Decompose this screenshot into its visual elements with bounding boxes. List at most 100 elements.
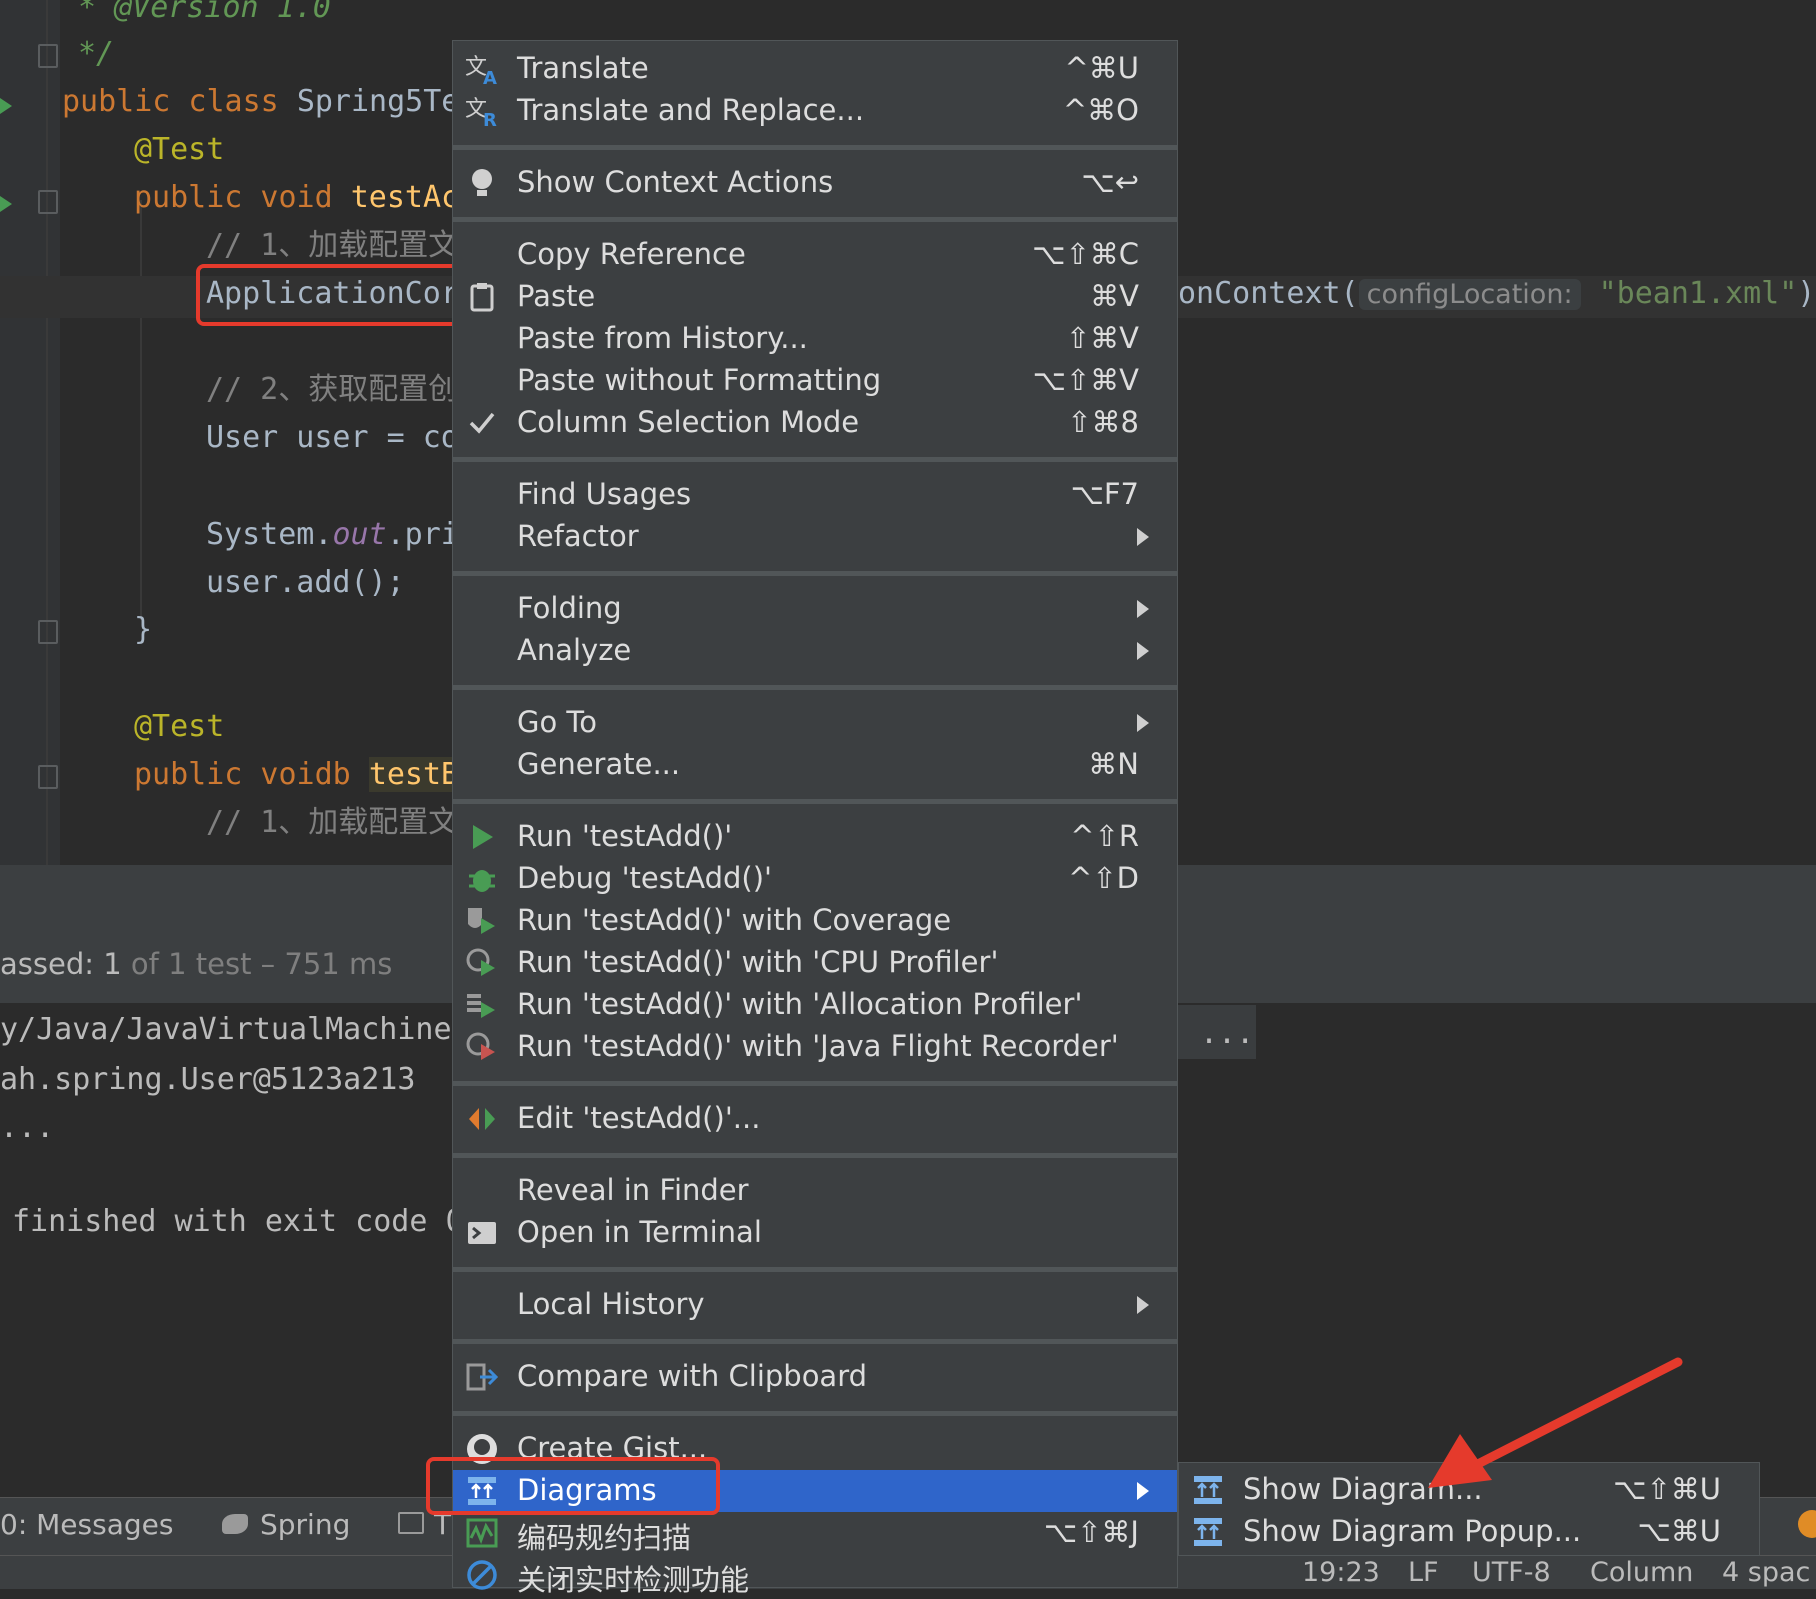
menu-label: Find Usages [517, 477, 692, 511]
menu-item-generate[interactable]: Generate... ⌘N [453, 744, 1177, 786]
menu-label: Reveal in Finder [517, 1173, 749, 1207]
console-path-more[interactable]: ... [1200, 1014, 1254, 1054]
method-keyword: public voidb [134, 757, 351, 792]
menu-label: Run 'testAdd()' with 'Allocation Profile… [517, 987, 1083, 1021]
comment: // 1、加载配置文 [206, 228, 459, 263]
menu-separator [453, 799, 1177, 804]
menu-item-show-diagram-popup[interactable]: Show Diagram Popup... ⌥⌘U [1179, 1511, 1759, 1553]
file-encoding[interactable]: UTF-8 [1472, 1557, 1551, 1588]
run-gutter-icon[interactable] [0, 98, 12, 114]
translate-icon: 文A [465, 55, 497, 86]
menu-shortcut: ⌥⇧⌘V [1032, 363, 1139, 397]
menu-shortcut: ^⇧R [1070, 819, 1139, 853]
indent-setting[interactable]: 4 spac [1722, 1557, 1810, 1588]
method-keyword: public void [134, 180, 333, 215]
fold-marker-icon[interactable] [38, 765, 58, 789]
comment: // 2、获取配置创 [206, 372, 459, 407]
menu-item-refactor[interactable]: Refactor [453, 516, 1177, 558]
comment: // 1、加载配置文 [206, 805, 459, 840]
tab-spring[interactable]: Spring [260, 1508, 350, 1541]
terminal-tab-icon [398, 1512, 424, 1534]
code-line: public voidb testB [134, 755, 460, 795]
console-output: ah.spring.User@5123a213 [0, 1062, 416, 1097]
indent-guide [140, 200, 142, 620]
menu-item-column-mode[interactable]: Column Selection Mode ⇧⌘8 [453, 402, 1177, 444]
menu-label: Translate [517, 51, 649, 85]
menu-item-paste-history[interactable]: Paste from History... ⇧⌘V [453, 318, 1177, 360]
code-line: // 1、加载配置文 [206, 803, 458, 843]
string-literal: "bean1.xml" [1598, 276, 1798, 311]
code-line: User user = co [206, 418, 459, 458]
flight-recorder-icon [466, 1032, 495, 1060]
menu-label: Translate and Replace... [517, 93, 865, 127]
class-keyword: public class [62, 84, 279, 119]
cpu-profiler-icon [466, 948, 495, 976]
menu-item-translate[interactable]: 文A Translate ^⌘U [453, 48, 1177, 90]
menu-item-run-cpu-profiler[interactable]: Run 'testAdd()' with 'CPU Profiler' [453, 942, 1177, 984]
menu-shortcut: ⇧⌘8 [1067, 405, 1139, 439]
fold-marker-icon[interactable] [38, 44, 58, 68]
menu-item-run[interactable]: Run 'testAdd()' ^⇧R [453, 816, 1177, 858]
code-context-call: onContext( [1178, 276, 1359, 311]
menu-item-copy-reference[interactable]: Copy Reference ⌥⇧⌘C [453, 234, 1177, 276]
console-path: y/Java/JavaVirtualMachines [0, 1012, 470, 1047]
menu-label: Refactor [517, 519, 639, 553]
menu-item-debug[interactable]: Debug 'testAdd()' ^⇧D [453, 858, 1177, 900]
menu-item-find-usages[interactable]: Find Usages ⌥F7 [453, 474, 1177, 516]
menu-item-close-realtime[interactable]: 关闭实时检测功能 [453, 1554, 1177, 1597]
menu-shortcut: ⌥⇧⌘J [1043, 1515, 1139, 1549]
annotation-test: @Test [134, 709, 225, 744]
svg-text:A: A [483, 68, 497, 86]
test-passed-count: 1 [103, 947, 122, 981]
menu-item-run-allocation-profiler[interactable]: Run 'testAdd()' with 'Allocation Profile… [453, 984, 1177, 1026]
diagram-icon [1194, 1476, 1222, 1504]
test-passed-detail: of 1 test – 751 ms [130, 947, 393, 981]
line-separator[interactable]: LF [1408, 1557, 1439, 1588]
doc-close: */ [78, 36, 115, 71]
menu-separator [453, 571, 1177, 576]
diagram-icon [1194, 1518, 1222, 1546]
fold-marker-icon[interactable] [38, 190, 58, 214]
menu-item-code-scan[interactable]: 编码规约扫描 ⌥⇧⌘J [453, 1512, 1177, 1555]
translate-replace-icon: 文R [465, 97, 497, 128]
menu-label: Compare with Clipboard [517, 1359, 868, 1393]
menu-shortcut: ⌥⇧⌘C [1032, 237, 1139, 271]
menu-item-compare-clipboard[interactable]: Compare with Clipboard [453, 1356, 1177, 1398]
menu-separator [453, 1081, 1177, 1086]
annotation-arrow-icon [1428, 1357, 1683, 1488]
menu-shortcut: ⇧⌘V [1065, 321, 1139, 355]
run-gutter-icon[interactable] [0, 196, 12, 212]
clipboard-icon [470, 283, 494, 312]
compare-icon [466, 1363, 499, 1391]
menu-shortcut: ^⌘U [1064, 51, 1139, 85]
menu-item-reveal-finder[interactable]: Reveal in Finder [453, 1170, 1177, 1212]
menu-item-translate-replace[interactable]: 文R Translate and Replace... ^⌘O [453, 90, 1177, 132]
menu-item-paste-no-format[interactable]: Paste without Formatting ⌥⇧⌘V [453, 360, 1177, 402]
menu-item-analyze[interactable]: Analyze [453, 630, 1177, 672]
console-ellipsis: ... [0, 1110, 55, 1145]
menu-label: Local History [517, 1287, 705, 1321]
editor-gutter[interactable] [0, 0, 60, 865]
menu-item-context-actions[interactable]: Show Context Actions ⌥↩ [453, 162, 1177, 204]
menu-item-goto[interactable]: Go To [453, 702, 1177, 744]
menu-item-local-history[interactable]: Local History [453, 1284, 1177, 1326]
menu-label: Edit 'testAdd()'... [517, 1101, 761, 1135]
annotation-test: @Test [134, 132, 225, 167]
fold-marker-icon[interactable] [38, 620, 58, 644]
caret-position[interactable]: 19:23 [1302, 1557, 1380, 1588]
menu-item-folding[interactable]: Folding [453, 588, 1177, 630]
notification-icon[interactable] [1798, 1510, 1816, 1538]
menu-item-edit-config[interactable]: Edit 'testAdd()'... [453, 1098, 1177, 1140]
menu-item-run-coverage[interactable]: Run 'testAdd()' with Coverage [453, 900, 1177, 942]
menu-item-paste[interactable]: Paste ⌘V [453, 276, 1177, 318]
menu-item-run-jfr[interactable]: Run 'testAdd()' with 'Java Flight Record… [453, 1026, 1177, 1068]
menu-shortcut: ⌥⌘U [1637, 1514, 1721, 1548]
tab-messages[interactable]: 0: Messages [0, 1508, 173, 1541]
menu-label: 编码规约扫描 [517, 1521, 692, 1555]
menu-separator [453, 457, 1177, 462]
menu-label: Run 'testAdd()' [517, 819, 733, 853]
menu-item-open-terminal[interactable]: Open in Terminal [453, 1212, 1177, 1254]
menu-label: Analyze [517, 633, 632, 667]
code-user-add: user.add(); [206, 565, 405, 600]
selection-mode[interactable]: Column [1590, 1557, 1693, 1588]
